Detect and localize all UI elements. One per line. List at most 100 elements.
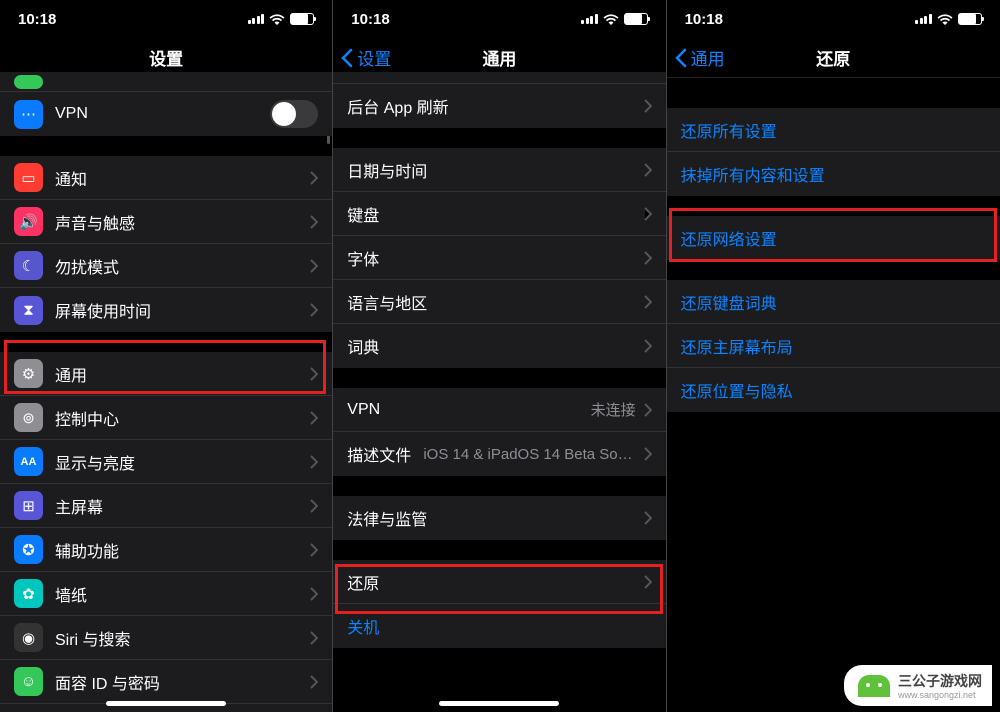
chevron-right-icon [644,339,652,353]
row-homescreen[interactable]: ⊞ 主屏幕 [0,484,332,528]
row-language[interactable]: 语言与地区 [333,280,665,324]
row-erase-all[interactable]: 抹掉所有内容和设置 [667,152,1000,196]
row-label: 还原所有设置 [681,118,986,142]
chevron-left-icon [675,48,687,68]
back-label: 通用 [691,45,725,70]
chevron-right-icon [310,215,318,229]
row-label: 通用 [55,362,302,386]
battery-icon [290,13,314,25]
hourglass-icon: ⧗ [14,296,43,325]
chevron-right-icon [644,99,652,113]
status-time: 10:18 [18,11,56,28]
row-screentime[interactable]: ⧗ 屏幕使用时间 [0,288,332,332]
chevron-right-icon [310,587,318,601]
flower-icon: ✿ [14,579,43,608]
battery-icon [958,13,982,25]
row-label: 后台 App 刷新 [347,94,635,118]
nav-bar: 通用 还原 [667,38,1000,78]
chevron-right-icon [310,303,318,317]
row-label: 键盘 [347,202,635,226]
back-label: 设置 [357,45,391,70]
row-vpn[interactable]: ⋯ VPN [0,92,332,136]
chevron-right-icon [310,499,318,513]
row-partial[interactable] [0,72,332,92]
status-bar: 10:18 [0,0,332,38]
row-reset-keyboard-dict[interactable]: 还原键盘词典 [667,280,1000,324]
wifi-icon [603,14,619,25]
status-right [915,13,982,25]
row-label: 屏幕使用时间 [55,298,302,322]
page-title: 通用 [482,45,516,70]
back-button[interactable]: 通用 [675,45,725,70]
page-title: 设置 [149,45,183,70]
watermark: 三公子游戏网 www.sangongzi.net [844,665,992,706]
row-vpn[interactable]: VPN 未连接 [333,388,665,432]
row-label: 勿扰模式 [55,254,302,278]
row-shutdown[interactable]: 关机 [333,604,665,648]
back-button[interactable]: 设置 [341,45,391,70]
row-sound[interactable]: 🔊 声音与触感 [0,200,332,244]
home-indicator[interactable] [439,701,559,706]
row-value: iOS 14 & iPadOS 14 Beta Softw... [423,446,635,463]
row-font[interactable]: 字体 [333,236,665,280]
row-notifications[interactable]: ▭ 通知 [0,156,332,200]
row-reset-home-layout[interactable]: 还原主屏幕布局 [667,324,1000,368]
row-keyboard[interactable]: 键盘 [333,192,665,236]
row-label: 辅助功能 [55,538,302,562]
status-bar: 10:18 [667,0,1000,38]
row-wallpaper[interactable]: ✿ 墙纸 [0,572,332,616]
home-indicator[interactable] [106,701,226,706]
text-size-icon: AA [14,447,43,476]
row-label: 还原位置与隐私 [681,378,986,402]
row-general[interactable]: ⚙ 通用 [0,352,332,396]
status-bar: 10:18 [333,0,665,38]
row-label: 抹掉所有内容和设置 [681,162,986,186]
row-label: 还原主屏幕布局 [681,334,986,358]
row-label: 描述文件 [347,442,411,466]
chevron-left-icon [341,48,353,68]
row-reset[interactable]: 还原 [333,560,665,604]
status-right [581,13,648,25]
row-reset-network[interactable]: 还原网络设置 [667,216,1000,260]
row-display[interactable]: AA 显示与亮度 [0,440,332,484]
row-label: 主屏幕 [55,494,302,518]
row-control-center[interactable]: ⊚ 控制中心 [0,396,332,440]
chevron-right-icon [644,575,652,589]
notification-icon: ▭ [14,163,43,192]
wifi-icon [269,14,285,25]
status-time: 10:18 [685,11,723,28]
switch-icon: ⊚ [14,403,43,432]
row-reset-all-settings[interactable]: 还原所有设置 [667,108,1000,152]
signal-icon [581,14,598,24]
row-date-time[interactable]: 日期与时间 [333,148,665,192]
chevron-right-icon [644,403,652,417]
row-label: 法律与监管 [347,506,635,530]
row-partial[interactable] [333,72,665,84]
chevron-right-icon [644,447,652,461]
chevron-right-icon [644,251,652,265]
screenshot-reset: 10:18 通用 还原 还原所有设置 抹掉所有内容和设置 还原网 [667,0,1000,712]
chevron-right-icon [310,171,318,185]
chevron-right-icon [310,411,318,425]
row-label: 控制中心 [55,406,302,430]
row-label: 语言与地区 [347,290,635,314]
row-profiles[interactable]: 描述文件 iOS 14 & iPadOS 14 Beta Softw... [333,432,665,476]
row-faceid[interactable]: ☺ 面容 ID 与密码 [0,660,332,704]
grid-icon: ⊞ [14,491,43,520]
row-bg-app-refresh[interactable]: 后台 App 刷新 [333,84,665,128]
watermark-text: 三公子游戏网 [898,673,982,689]
row-legal[interactable]: 法律与监管 [333,496,665,540]
row-siri[interactable]: ◉ Siri 与搜索 [0,616,332,660]
row-dnd[interactable]: ☾ 勿扰模式 [0,244,332,288]
siri-icon: ◉ [14,623,43,652]
row-label: VPN [347,401,584,419]
vpn-icon: ⋯ [14,100,43,129]
row-dictionary[interactable]: 词典 [333,324,665,368]
row-accessibility[interactable]: ✪ 辅助功能 [0,528,332,572]
row-reset-location-privacy[interactable]: 还原位置与隐私 [667,368,1000,412]
chevron-right-icon [310,259,318,273]
vpn-toggle[interactable] [270,100,318,128]
faceid-icon: ☺ [14,667,43,696]
row-label: Siri 与搜索 [55,626,302,650]
status-time: 10:18 [351,11,389,28]
